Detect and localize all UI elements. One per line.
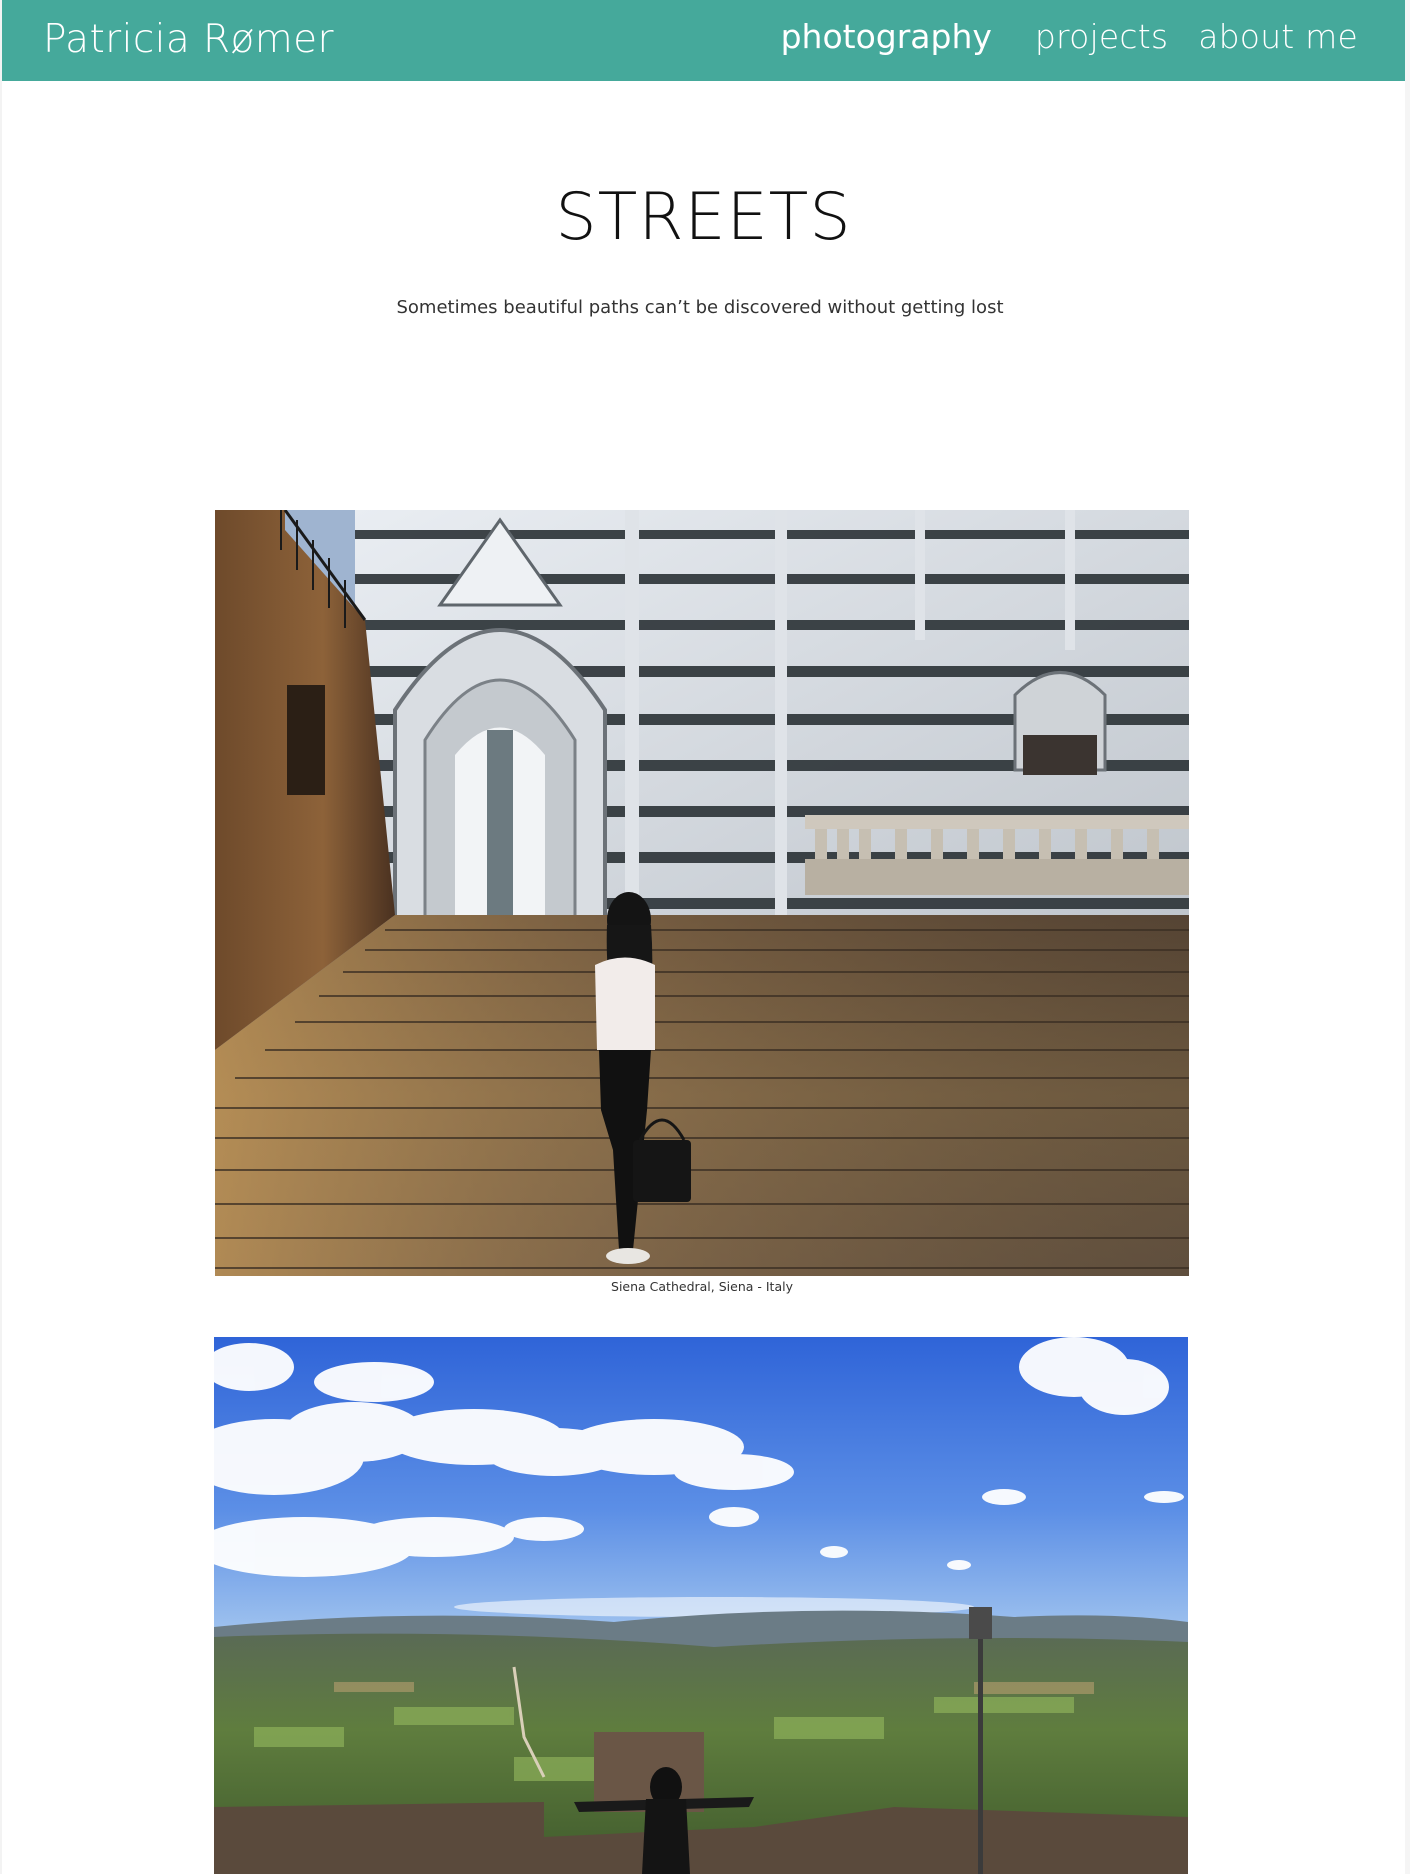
photo-siena-cathedral[interactable] bbox=[215, 510, 1189, 1276]
page: Patricia Rømer photography projects abou… bbox=[2, 0, 1405, 1874]
top-navigation-bar: Patricia Rømer photography projects abou… bbox=[2, 0, 1405, 81]
page-title: STREETS bbox=[555, 180, 852, 255]
main-nav: photography projects about me bbox=[781, 15, 1405, 59]
window-edge bbox=[1405, 0, 1410, 1874]
nav-link-photography[interactable]: photography bbox=[781, 15, 992, 59]
photo-landscape[interactable] bbox=[214, 1337, 1188, 1874]
site-brand-link[interactable]: Patricia Rømer bbox=[43, 16, 334, 64]
nav-link-about-me[interactable]: about me bbox=[1198, 15, 1358, 59]
page-subtitle: Sometimes beautiful paths can’t be disco… bbox=[396, 297, 1004, 318]
photo-siena-cathedral-image bbox=[215, 510, 1189, 1276]
nav-link-projects[interactable]: projects bbox=[1035, 15, 1168, 59]
photo-caption: Siena Cathedral, Siena - Italy bbox=[611, 1279, 793, 1294]
photo-landscape-image bbox=[214, 1337, 1188, 1874]
